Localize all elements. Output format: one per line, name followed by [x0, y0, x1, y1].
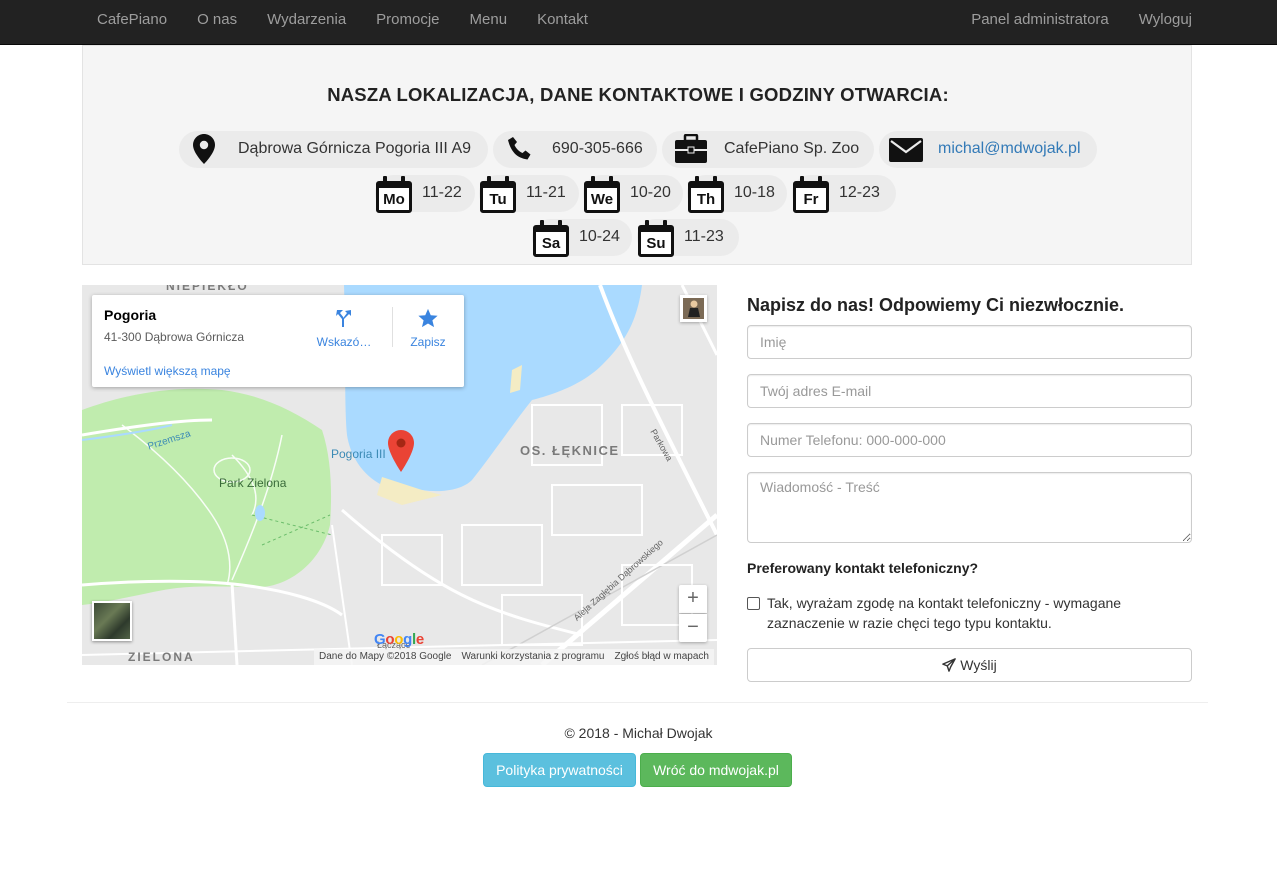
star-icon [418, 308, 438, 328]
map-label-park: Park Zielona [219, 476, 287, 490]
map-terms-link[interactable]: Warunki korzystania z programu [456, 649, 609, 665]
email-link[interactable]: michal@mdwojak.pl [938, 140, 1081, 158]
zoom-out-button[interactable]: − [679, 614, 707, 642]
paper-plane-icon [942, 658, 957, 672]
map-label-pogoria: Pogoria III [331, 447, 386, 461]
privacy-policy-button[interactable]: Polityka prywatności [483, 753, 636, 787]
contact-title: NASZA LOKALIZACJA, DANE KONTAKTOWE I GOD… [327, 84, 949, 105]
map-report-link[interactable]: Zgłoś błąd w mapach [609, 649, 714, 665]
copyright-text: © 2018 - Michał Dwojak [564, 725, 713, 741]
save-place-label: Zapisz [410, 335, 446, 349]
address-text: Dąbrowa Górnicza Pogoria III A9 [238, 140, 472, 157]
phone-pill: 690-305-666 [493, 131, 657, 168]
map-label-leknice: OS. ŁĘKNICE [520, 443, 620, 458]
hours-value: 12-23 [839, 184, 880, 201]
nav-item-menu[interactable]: Menu [455, 0, 523, 45]
street-view-pegman-icon[interactable] [680, 295, 707, 322]
hours-value: 10-24 [579, 228, 620, 245]
phone-contact-label: Preferowany kontakt telefoniczny? [747, 560, 979, 576]
calendar-icon: We [583, 176, 621, 214]
calendar-icon: Sa [532, 220, 570, 258]
hours-value: 11-21 [526, 184, 566, 201]
hours-value: 11-22 [422, 184, 462, 201]
hours-value: 10-20 [630, 184, 671, 201]
footer-divider [67, 702, 1208, 703]
name-input[interactable] [747, 325, 1192, 359]
card-divider [392, 307, 393, 347]
phone-icon [507, 136, 533, 162]
view-larger-map-link[interactable]: Wyświetl większą mapę [104, 364, 231, 378]
map-data-credit: Dane do Mapy ©2018 Google [319, 651, 452, 662]
email-input[interactable] [747, 374, 1192, 408]
address-pill: Dąbrowa Górnicza Pogoria III A9 [179, 131, 488, 168]
contact-info-panel: NASZA LOKALIZACJA, DANE KONTAKTOWE I GOD… [82, 45, 1192, 265]
hours-value: 10-18 [734, 184, 775, 201]
directions-icon [336, 310, 351, 327]
navbar: CafePiano O nas Wydarzenia Promocje Menu… [0, 0, 1277, 45]
phone-consent-text: Tak, wyrażam zgodę na kontakt telefonicz… [767, 595, 1122, 631]
envelope-icon [889, 138, 923, 162]
map-label-niepiekle: NIEPIEKŁO [166, 285, 249, 293]
phone-input[interactable] [747, 423, 1192, 457]
hours-tu: Tu 11-21 [479, 175, 579, 214]
hours-su: Su 11-23 [637, 219, 739, 258]
phone-text: 690-305-666 [552, 140, 643, 157]
hours-th: Th 10-18 [687, 175, 787, 214]
navbar-right: Panel administratora Wyloguj [956, 0, 1207, 45]
google-logo: Google [374, 631, 424, 648]
hours-fr: Fr 12-23 [792, 175, 896, 214]
nav-item-wydarzenia[interactable]: Wydarzenia [252, 0, 361, 45]
nav-item-admin-panel[interactable]: Panel administratora [956, 0, 1124, 45]
calendar-icon: Tu [479, 176, 517, 214]
embedded-map[interactable]: NIEPIEKŁO Pogoria III OS. ŁĘKNICE Park Z… [82, 285, 717, 665]
navbar-left: CafePiano O nas Wydarzenia Promocje Menu… [82, 0, 603, 45]
map-marker-icon [193, 134, 215, 164]
hours-sa: Sa 10-24 [532, 219, 632, 258]
phone-consent-checkbox[interactable] [747, 597, 760, 610]
calendar-icon: Su [637, 220, 675, 258]
zoom-in-button[interactable]: + [679, 585, 707, 613]
company-text: CafePiano Sp. Zoo [724, 140, 860, 157]
send-button[interactable]: Wyślij [747, 648, 1192, 682]
satellite-toggle[interactable] [92, 601, 132, 641]
map-label-zielona: ZIELONA [128, 650, 195, 664]
nav-item-logout[interactable]: Wyloguj [1124, 0, 1207, 45]
directions-label: Wskazó… [316, 335, 372, 349]
email-pill: michal@mdwojak.pl [879, 131, 1097, 168]
calendar-icon: Fr [792, 176, 830, 214]
map-place-name: Pogoria [104, 307, 157, 323]
map-pin-icon[interactable] [388, 430, 414, 475]
message-textarea[interactable] [747, 472, 1192, 543]
hours-mo: Mo 11-22 [375, 175, 475, 214]
directions-button[interactable]: Wskazó… [314, 307, 374, 349]
briefcase-icon [674, 134, 708, 164]
calendar-icon: Th [687, 176, 725, 214]
company-pill: CafePiano Sp. Zoo [662, 131, 874, 168]
map-attribution-bar: Dane do Mapy ©2018 Google Warunki korzys… [314, 649, 714, 665]
form-title: Napisz do nas! Odpowiemy Ci niezwłocznie… [747, 295, 1125, 315]
map-place-card: Pogoria 41-300 Dąbrowa Górnicza Wyświetl… [92, 295, 464, 387]
nav-item-promocje[interactable]: Promocje [361, 0, 454, 45]
back-to-site-button[interactable]: Wróć do mdwojak.pl [640, 753, 792, 787]
nav-item-o-nas[interactable]: O nas [182, 0, 252, 45]
map-place-address: 41-300 Dąbrowa Górnicza [104, 330, 245, 344]
hours-we: We 10-20 [583, 175, 683, 214]
hours-value: 11-23 [684, 228, 724, 245]
send-button-label: Wyślij [960, 657, 997, 673]
navbar-brand[interactable]: CafePiano [82, 0, 182, 45]
calendar-icon: Mo [375, 176, 413, 214]
nav-item-kontakt[interactable]: Kontakt [522, 0, 603, 45]
save-place-button[interactable]: Zapisz [404, 307, 452, 349]
